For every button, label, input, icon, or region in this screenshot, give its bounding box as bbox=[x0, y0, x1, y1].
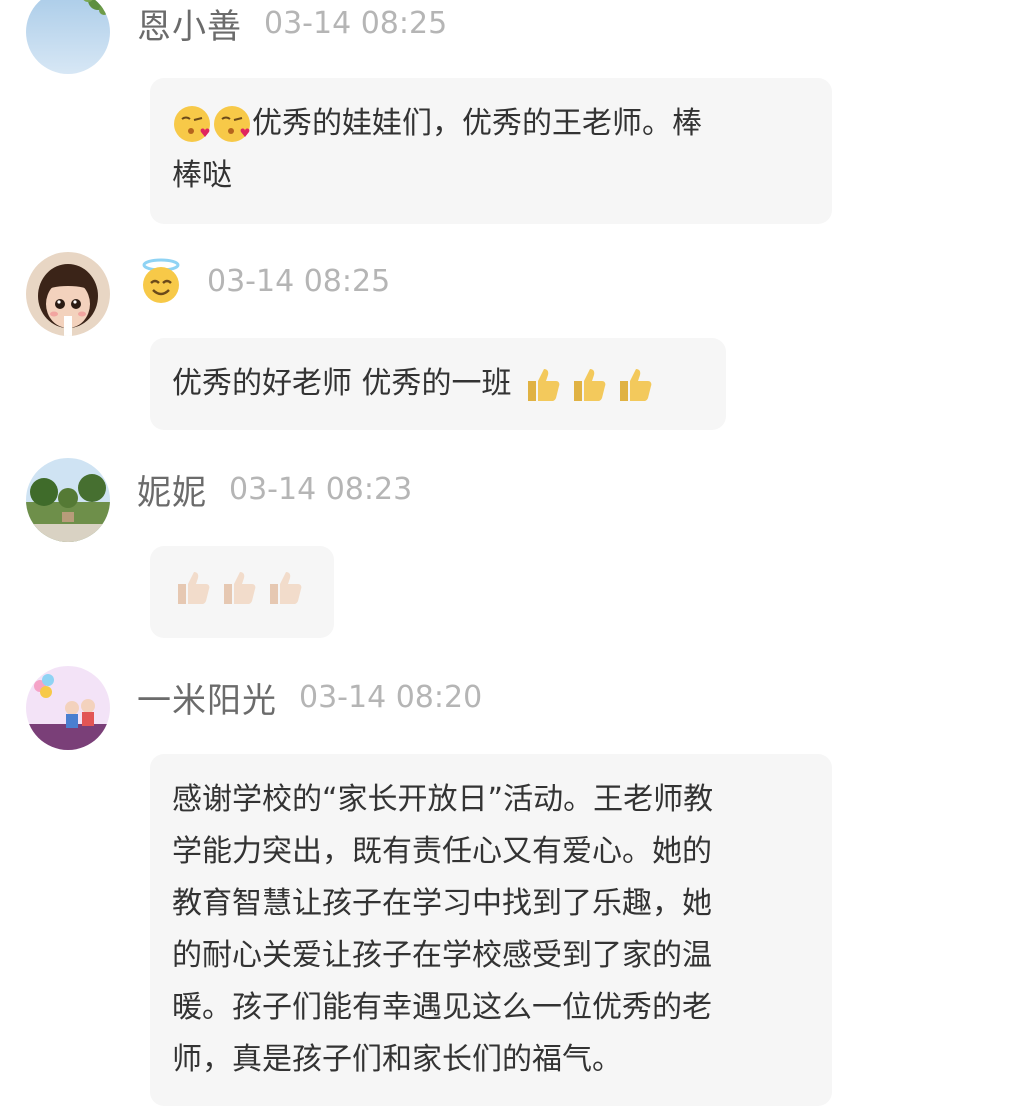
commenter-name[interactable]: 一米阳光 bbox=[137, 673, 277, 722]
comment-meta: 恩小善 03-14 08:25 bbox=[137, 0, 448, 48]
comment-text-line bbox=[172, 566, 312, 608]
comment-time: 03-14 08:25 bbox=[207, 263, 391, 299]
comment-time: 03-14 08:20 bbox=[299, 679, 483, 715]
comment-meta: 03-14 08:25 bbox=[137, 258, 390, 304]
avatar-kids-balloons-icon bbox=[26, 666, 110, 750]
comment-time: 03-14 08:23 bbox=[229, 471, 413, 507]
thumbs-up-emoji-group bbox=[522, 363, 656, 405]
comment-text-line: 教育智慧让孩子在学习中找到了乐趣，她 bbox=[172, 886, 712, 921]
kissing-heart-emoji-icon bbox=[214, 106, 250, 142]
comment-bubble: 感谢学校的“家长开放日”活动。王老师教 学能力突出，既有责任心又有爱心。她的 教… bbox=[150, 754, 832, 1106]
commenter-name[interactable]: 恩小善 bbox=[137, 0, 242, 48]
comment-text: 优秀的好老师 优秀的一班 bbox=[172, 366, 512, 401]
avatar-garden-icon bbox=[26, 458, 110, 542]
thumbs-up-light-emoji-icon bbox=[224, 572, 256, 604]
comment-text-line: 暖。孩子们能有幸遇见这么一位优秀的老 bbox=[172, 990, 712, 1025]
avatar-sky-tree-icon bbox=[26, 0, 110, 74]
comment-text: 棒哒 bbox=[172, 158, 232, 193]
smiling-face-with-halo-emoji-icon[interactable] bbox=[137, 257, 185, 305]
comment-text-line: 优秀的娃娃们，优秀的王老师。棒 bbox=[172, 98, 810, 150]
comment-meta: 一米阳光 03-14 08:20 bbox=[137, 673, 483, 722]
thumbs-up-emoji-icon bbox=[619, 369, 651, 401]
kissing-heart-emoji-icon bbox=[174, 106, 210, 142]
comment-time: 03-14 08:25 bbox=[264, 5, 448, 41]
thumbs-up-light-emoji-icon bbox=[178, 572, 210, 604]
comment-meta: 妮妮 03-14 08:23 bbox=[137, 465, 413, 514]
thumbs-up-emoji-icon bbox=[573, 369, 605, 401]
comment-bubble: 优秀的好老师 优秀的一班 bbox=[150, 338, 726, 430]
comment-text-line: 感谢学校的“家长开放日”活动。王老师教 bbox=[172, 782, 714, 817]
commenter-name[interactable]: 妮妮 bbox=[137, 465, 207, 514]
comment-text-line: 学能力突出，既有责任心又有爱心。她的 bbox=[172, 834, 712, 869]
comment-text-line: 优秀的好老师 优秀的一班 bbox=[172, 358, 704, 410]
comment-text-line: 棒哒 bbox=[172, 150, 810, 202]
avatar[interactable] bbox=[26, 0, 110, 74]
avatar[interactable] bbox=[26, 252, 110, 336]
comment-text: 优秀的娃娃们，优秀的王老师。棒 bbox=[252, 106, 702, 141]
avatar[interactable] bbox=[26, 458, 110, 542]
thumbs-up-emoji-group bbox=[172, 566, 306, 608]
thumbs-up-light-emoji-icon bbox=[270, 572, 302, 604]
comment-bubble: 优秀的娃娃们，优秀的王老师。棒 棒哒 bbox=[150, 78, 832, 224]
comment-text-line: 的耐心关爱让孩子在学校感受到了家的温 bbox=[172, 938, 712, 973]
comment-text-line: 师，真是孩子们和家长们的福气。 bbox=[172, 1042, 622, 1077]
comment-bubble bbox=[150, 546, 334, 638]
thumbs-up-emoji-icon bbox=[527, 369, 559, 401]
avatar[interactable] bbox=[26, 666, 110, 750]
avatar-cartoon-girl-icon bbox=[26, 252, 110, 336]
